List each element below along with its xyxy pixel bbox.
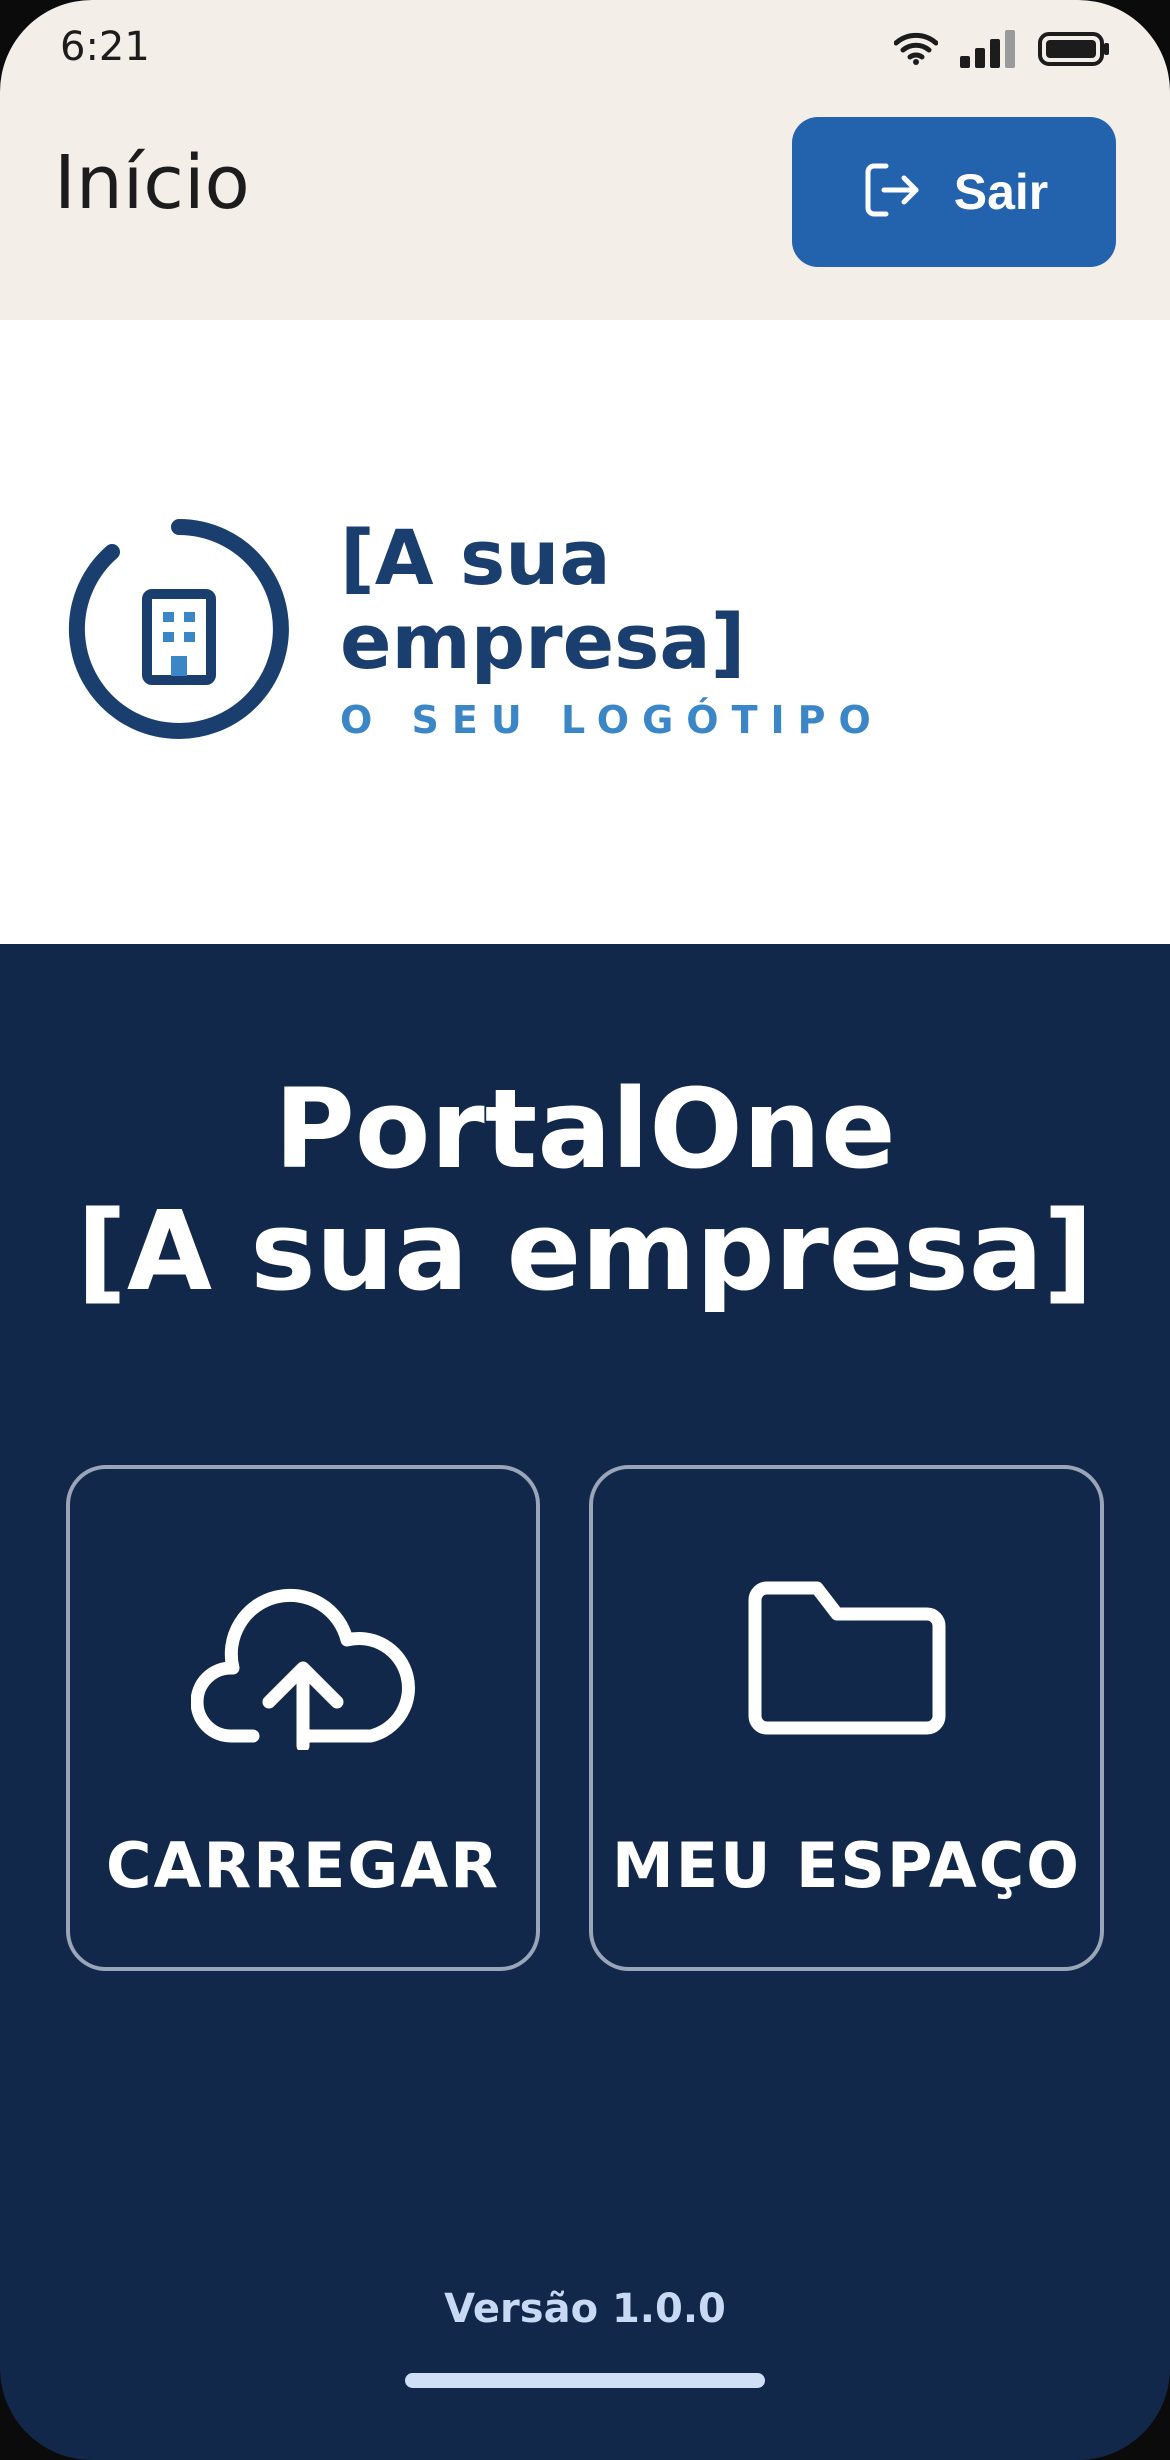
my-space-label: MEU ESPAÇO	[612, 1829, 1081, 1902]
folder-icon	[593, 1574, 1100, 1742]
company-logo	[66, 516, 292, 742]
my-space-tile[interactable]: MEU ESPAÇO	[589, 1465, 1104, 1971]
page-title: Início	[54, 140, 250, 226]
version-label: Versão 1.0.0	[444, 2286, 726, 2332]
app-title-line2: [A sua empresa]	[76, 1187, 1094, 1315]
home-indicator[interactable]	[405, 2373, 765, 2388]
logo-text: [A sua empresa] O SEU LOGÓTIPO	[340, 513, 900, 743]
battery-icon	[1038, 31, 1110, 71]
logout-button[interactable]: Sair	[792, 117, 1116, 267]
app-title-line1: PortalOne	[274, 1065, 896, 1193]
status-time: 6:21	[60, 24, 150, 70]
wifi-icon	[893, 31, 939, 71]
app-header: 6:21 Início Sair	[0, 0, 1170, 320]
logout-label: Sair	[953, 164, 1049, 220]
cellular-signal-icon	[960, 30, 1016, 72]
logout-icon	[860, 158, 924, 226]
cloud-upload-icon	[70, 1574, 536, 1750]
app-screen: 6:21 Início Sair [A sua empresa] O SEU L…	[0, 0, 1170, 2460]
app-title: PortalOne [A sua empresa]	[0, 1068, 1170, 1312]
upload-tile[interactable]: CARREGAR	[66, 1465, 540, 1971]
logo-company-name: [A sua empresa]	[340, 513, 746, 686]
upload-label: CARREGAR	[106, 1829, 500, 1902]
status-icons	[893, 30, 1110, 72]
logo-tagline: O SEU LOGÓTIPO	[340, 698, 884, 742]
building-icon	[142, 589, 216, 685]
